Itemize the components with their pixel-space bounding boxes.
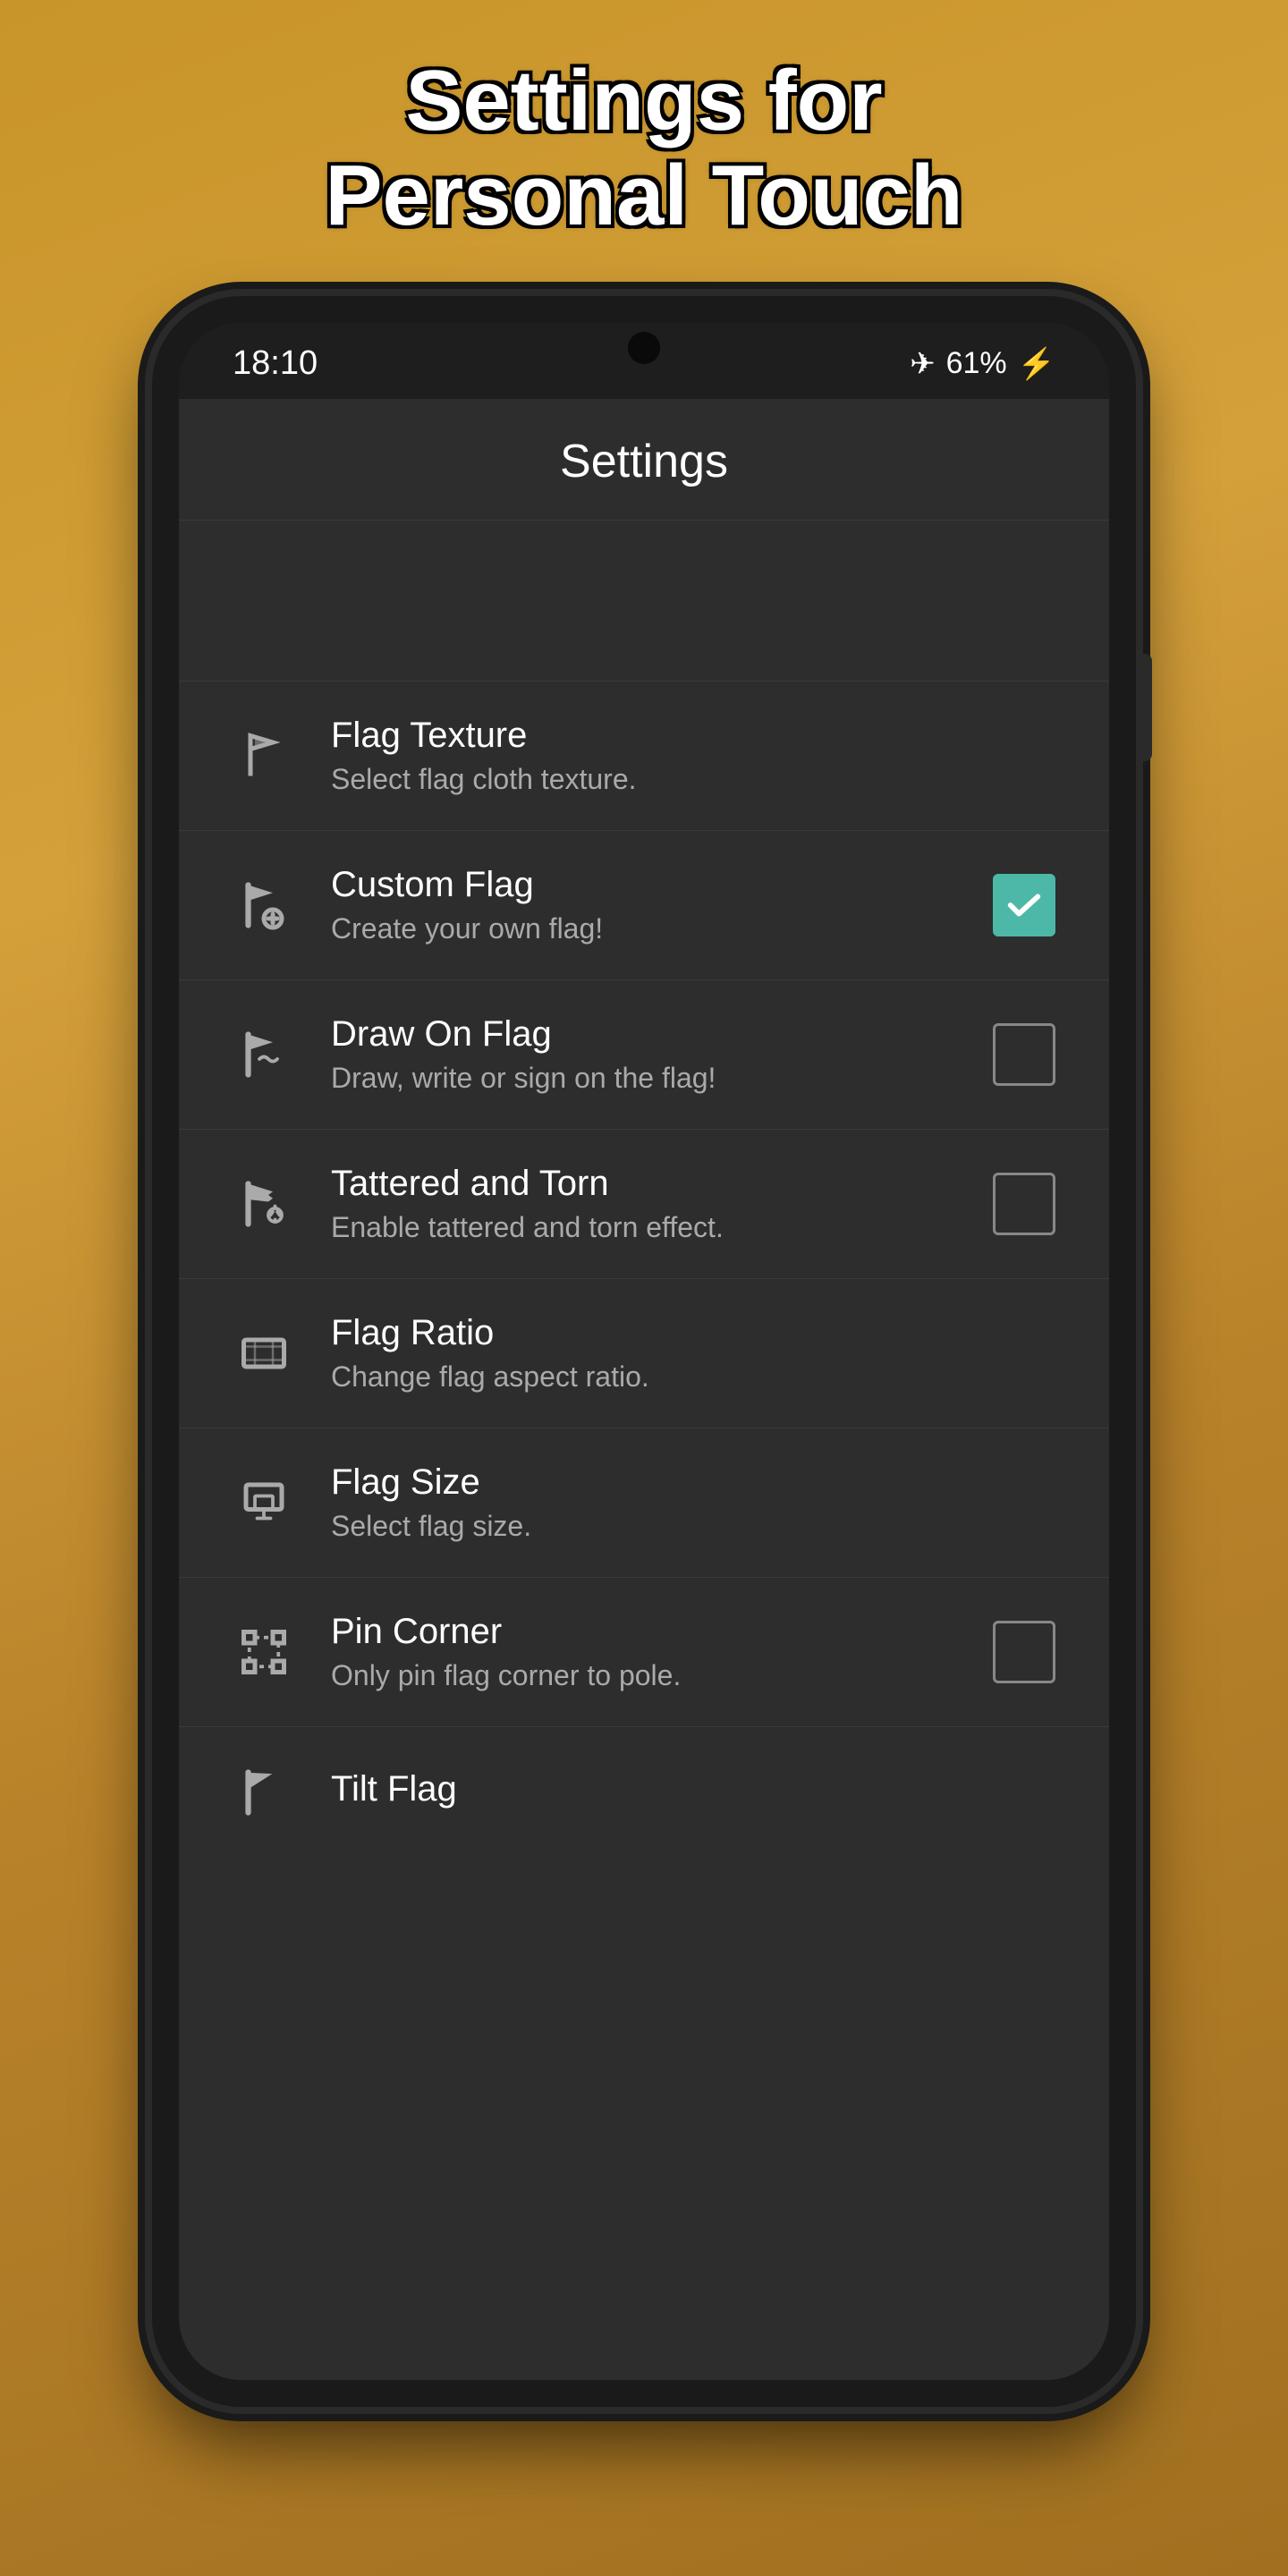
draw-on-flag-checkbox[interactable] — [993, 1023, 1055, 1086]
flag-ratio-subtitle: Change flag aspect ratio. — [331, 1360, 1055, 1394]
flag-size-text: Flag Size Select flag size. — [331, 1462, 1055, 1543]
section-divider — [179, 521, 1109, 682]
tattered-torn-icon — [233, 1173, 295, 1235]
draw-on-flag-subtitle: Draw, write or sign on the flag! — [331, 1062, 957, 1095]
pin-corner-text: Pin Corner Only pin flag corner to pole. — [331, 1612, 957, 1692]
custom-flag-title: Custom Flag — [331, 865, 957, 905]
battery-percent: 61% — [946, 346, 1007, 381]
flag-texture-subtitle: Select flag cloth texture. — [331, 763, 1055, 796]
flag-ratio-icon — [233, 1322, 295, 1385]
pin-corner-icon — [233, 1621, 295, 1683]
tattered-torn-title: Tattered and Torn — [331, 1164, 957, 1204]
settings-item-pin-corner[interactable]: Pin Corner Only pin flag corner to pole. — [179, 1578, 1109, 1727]
flag-texture-text: Flag Texture Select flag cloth texture. — [331, 716, 1055, 796]
custom-flag-text: Custom Flag Create your own flag! — [331, 865, 957, 945]
tattered-torn-subtitle: Enable tattered and torn effect. — [331, 1211, 957, 1244]
flag-texture-icon — [233, 724, 295, 787]
flag-size-subtitle: Select flag size. — [331, 1510, 1055, 1543]
flag-texture-title: Flag Texture — [331, 716, 1055, 756]
draw-on-flag-icon — [233, 1023, 295, 1086]
tattered-torn-checkbox[interactable] — [993, 1173, 1055, 1235]
settings-item-flag-texture[interactable]: Flag Texture Select flag cloth texture. — [179, 682, 1109, 831]
phone-frame: 18:10 ✈ 61% ⚡ Settings — [152, 296, 1136, 2407]
status-bar: 18:10 ✈ 61% ⚡ — [179, 323, 1109, 399]
flag-size-icon — [233, 1471, 295, 1534]
tilt-flag-text: Tilt Flag — [331, 1769, 1055, 1817]
app-header: Settings — [179, 399, 1109, 521]
settings-item-flag-ratio[interactable]: Flag Ratio Change flag aspect ratio. — [179, 1279, 1109, 1428]
flag-size-title: Flag Size — [331, 1462, 1055, 1503]
settings-item-flag-size[interactable]: Flag Size Select flag size. — [179, 1428, 1109, 1578]
camera-notch — [628, 332, 660, 364]
pin-corner-checkbox[interactable] — [993, 1621, 1055, 1683]
battery-icon: ⚡ — [1018, 346, 1055, 382]
settings-list: Flag Texture Select flag cloth texture. … — [179, 682, 1109, 1842]
phone-screen: 18:10 ✈ 61% ⚡ Settings — [179, 323, 1109, 2380]
custom-flag-checkbox[interactable] — [993, 874, 1055, 936]
flag-ratio-title: Flag Ratio — [331, 1313, 1055, 1353]
status-time: 18:10 — [233, 344, 318, 383]
tilt-flag-icon — [233, 1761, 295, 1824]
settings-item-draw-on-flag[interactable]: Draw On Flag Draw, write or sign on the … — [179, 980, 1109, 1130]
app-header-title: Settings — [233, 435, 1055, 488]
custom-flag-subtitle: Create your own flag! — [331, 912, 957, 945]
page-title: Settings for Personal Touch — [253, 54, 1034, 242]
flag-ratio-text: Flag Ratio Change flag aspect ratio. — [331, 1313, 1055, 1394]
tattered-torn-text: Tattered and Torn Enable tattered and to… — [331, 1164, 957, 1244]
settings-item-tilt-flag[interactable]: Tilt Flag — [179, 1727, 1109, 1842]
airplane-icon: ✈ — [910, 346, 936, 382]
tilt-flag-title: Tilt Flag — [331, 1769, 1055, 1809]
pin-corner-title: Pin Corner — [331, 1612, 957, 1652]
status-bar-right: ✈ 61% ⚡ — [910, 346, 1055, 382]
settings-item-tattered-torn[interactable]: Tattered and Torn Enable tattered and to… — [179, 1130, 1109, 1279]
custom-flag-icon — [233, 874, 295, 936]
pin-corner-subtitle: Only pin flag corner to pole. — [331, 1659, 957, 1692]
draw-on-flag-title: Draw On Flag — [331, 1014, 957, 1055]
settings-item-custom-flag[interactable]: Custom Flag Create your own flag! — [179, 831, 1109, 980]
draw-on-flag-text: Draw On Flag Draw, write or sign on the … — [331, 1014, 957, 1095]
